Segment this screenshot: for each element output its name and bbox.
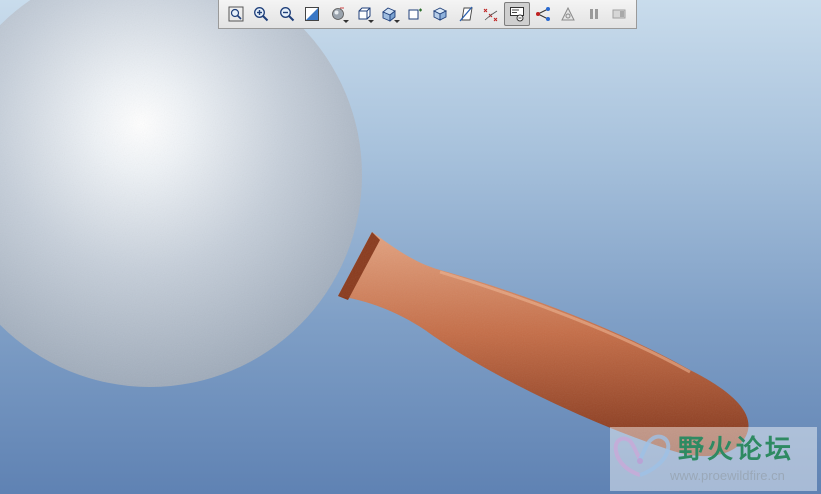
view-manager-button[interactable] bbox=[402, 2, 428, 26]
view-toolbar bbox=[218, 0, 637, 29]
pause-button[interactable] bbox=[581, 2, 607, 26]
repaint-icon bbox=[305, 7, 320, 21]
display-style-button[interactable] bbox=[351, 2, 377, 26]
datum-axes-button[interactable] bbox=[453, 2, 479, 26]
zoom-out-icon bbox=[279, 7, 295, 22]
dropdown-arrow-icon bbox=[393, 20, 400, 23]
forum-watermark: 野火论坛 www.proewildfire.cn bbox=[610, 427, 817, 491]
regen-button[interactable] bbox=[606, 2, 632, 26]
forum-logo-icon bbox=[613, 434, 671, 477]
sphere-body bbox=[0, 0, 362, 387]
view-manager-icon bbox=[408, 8, 422, 20]
annotations-button[interactable] bbox=[530, 2, 556, 26]
zoom-in-button[interactable] bbox=[249, 2, 275, 26]
regen-icon bbox=[612, 9, 626, 19]
pause-icon bbox=[589, 9, 598, 19]
saved-views-button[interactable] bbox=[376, 2, 402, 26]
refit-button[interactable] bbox=[223, 2, 249, 26]
zoom-in-icon bbox=[254, 7, 269, 22]
datum-axes-icon bbox=[459, 6, 473, 22]
watermark-url: www.proewildfire.cn bbox=[670, 468, 785, 483]
model-viewport[interactable]: 野火论坛 www.proewildfire.cn bbox=[0, 0, 821, 494]
handle-body bbox=[338, 232, 749, 457]
datum-planes-icon bbox=[433, 7, 448, 21]
datum-points-button[interactable] bbox=[479, 2, 505, 26]
refit-icon bbox=[228, 6, 244, 22]
coordinate-systems-button[interactable] bbox=[504, 2, 530, 26]
dropdown-arrow-icon bbox=[342, 20, 349, 23]
analysis-icon bbox=[561, 6, 575, 21]
coordinate-systems-icon bbox=[509, 7, 524, 22]
analysis-button[interactable] bbox=[555, 2, 581, 26]
3d-scene bbox=[0, 0, 749, 457]
datum-points-icon bbox=[484, 8, 498, 22]
dropdown-arrow-icon bbox=[368, 20, 375, 23]
datum-planes-button[interactable] bbox=[428, 2, 454, 26]
spin-center-button[interactable] bbox=[325, 2, 351, 26]
repaint-button[interactable] bbox=[300, 2, 326, 26]
annotations-icon bbox=[535, 7, 550, 21]
zoom-out-button[interactable] bbox=[274, 2, 300, 26]
watermark-title: 野火论坛 bbox=[678, 435, 795, 465]
